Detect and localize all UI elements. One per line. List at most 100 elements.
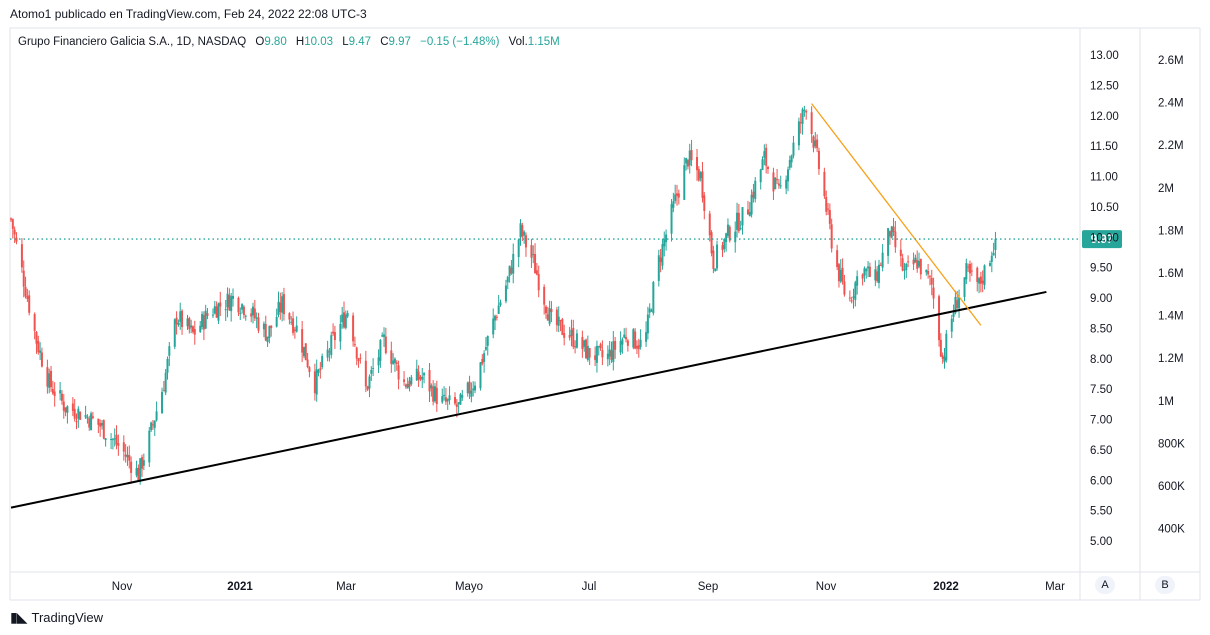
candle-body xyxy=(841,267,844,282)
candle-body xyxy=(339,324,342,342)
candle-body xyxy=(928,276,931,278)
candle-body xyxy=(282,294,285,315)
candle-body xyxy=(295,325,298,332)
candle-body xyxy=(941,355,944,359)
time-tick-label: Sep xyxy=(698,581,718,593)
candle-body xyxy=(623,334,626,338)
candle-body xyxy=(268,325,271,338)
candle-body xyxy=(752,191,755,198)
candle-body xyxy=(137,467,140,481)
candle-body xyxy=(124,454,127,457)
candle-body xyxy=(874,269,877,281)
candle-body xyxy=(332,331,335,334)
price-axis[interactable]: 5.00 5.50 6.00 6.50 7.00 7.50 8.00 8.50 9.00 9.50… xyxy=(1090,50,1119,548)
candle-body xyxy=(907,261,910,263)
candle-body xyxy=(495,316,498,318)
price-tick-label: 9.00 xyxy=(1090,293,1112,305)
candle-body xyxy=(461,395,464,398)
candle-body xyxy=(761,159,764,170)
time-tick-label: 2021 xyxy=(227,581,253,593)
candle-body xyxy=(837,264,840,282)
candle-body xyxy=(377,357,380,366)
candle-body xyxy=(201,314,204,327)
volume-axis[interactable]: 2.6M 2.4M 2.2M 2M 1.8M 1.6M 1.4M 1.2M 1M 800K 600K… xyxy=(1158,55,1185,536)
candle-body xyxy=(852,296,855,298)
candle-body xyxy=(275,316,278,327)
candle-body xyxy=(191,326,194,333)
candle-body xyxy=(270,325,273,329)
candle-body xyxy=(492,318,495,335)
candle-body xyxy=(914,257,917,263)
trendlines[interactable] xyxy=(10,103,1047,509)
candle-body xyxy=(224,309,227,311)
candle-body xyxy=(308,367,311,372)
auto-scale-button[interactable]: A xyxy=(1095,576,1115,594)
candle-body xyxy=(952,313,955,317)
candle-body xyxy=(683,165,686,200)
candle-body xyxy=(255,317,258,319)
candle-body xyxy=(903,269,906,271)
trendline-support[interactable] xyxy=(10,290,1047,509)
candle-body xyxy=(175,317,178,325)
candle-body xyxy=(494,315,497,321)
current-price-line: 9.97 xyxy=(10,230,1122,249)
candle-body xyxy=(139,458,142,481)
candle-body xyxy=(725,233,728,243)
volume-tick-label: 2M xyxy=(1158,183,1174,195)
candle-body xyxy=(444,397,447,402)
candle-body xyxy=(368,376,371,389)
candle-body xyxy=(981,280,984,284)
candle-body xyxy=(546,314,549,321)
candle-body xyxy=(281,296,284,313)
candle-body xyxy=(674,194,677,201)
candle-body xyxy=(20,244,23,268)
candle-body xyxy=(943,356,946,362)
candle-body xyxy=(648,308,651,313)
trendline-resistance[interactable] xyxy=(811,103,982,326)
candle-body xyxy=(457,402,460,404)
candle-body xyxy=(686,160,689,167)
candle-body xyxy=(126,454,129,458)
candle-body xyxy=(635,346,638,349)
candle-body xyxy=(466,382,469,394)
volume-tick-label: 800K xyxy=(1158,438,1185,450)
candle-body xyxy=(237,297,240,313)
candle-body xyxy=(26,296,29,299)
volume-tick-label: 600K xyxy=(1158,481,1185,493)
candle-body xyxy=(583,340,586,347)
secondary-scale-button[interactable]: B xyxy=(1155,576,1175,594)
candle-body xyxy=(634,331,637,349)
candle-body xyxy=(292,318,295,333)
candle-body xyxy=(626,340,629,346)
candle-body xyxy=(454,397,456,404)
candle-body xyxy=(766,166,769,170)
candle-body xyxy=(397,365,400,380)
candle-body xyxy=(712,250,715,269)
time-tick-label: Nov xyxy=(112,581,133,593)
candle-body xyxy=(326,349,329,358)
candle-body xyxy=(890,226,893,238)
candle-body xyxy=(470,390,473,397)
candle-body xyxy=(892,226,895,233)
candle-body xyxy=(199,325,202,332)
candle-body xyxy=(232,295,234,299)
candle-body xyxy=(423,373,426,376)
volume-tick-label: 2.2M xyxy=(1158,140,1184,152)
candle-body xyxy=(60,393,63,401)
candle-body xyxy=(970,270,973,272)
tradingview-brand[interactable]: ▮◣ TradingView xyxy=(10,609,103,626)
candle-body xyxy=(610,350,613,360)
candle-body xyxy=(472,388,475,391)
candle-body xyxy=(468,381,471,394)
candle-body xyxy=(512,253,515,274)
price-chart[interactable]: 9.97 5.00 5.50 6.00 6.50 7.00 7.50 8.00 8.50 9.0… xyxy=(0,0,1210,635)
candle-body xyxy=(128,455,131,461)
candle-body xyxy=(104,438,107,441)
candlestick-series xyxy=(10,105,997,485)
candle-body xyxy=(968,263,971,274)
candle-body xyxy=(372,368,375,370)
candle-body xyxy=(111,439,114,441)
time-axis[interactable]: Nov 2021 Mar Mayo Jul Sep Nov 2022 Mar xyxy=(112,581,1065,593)
candle-body xyxy=(868,266,871,277)
candle-body xyxy=(877,264,880,283)
